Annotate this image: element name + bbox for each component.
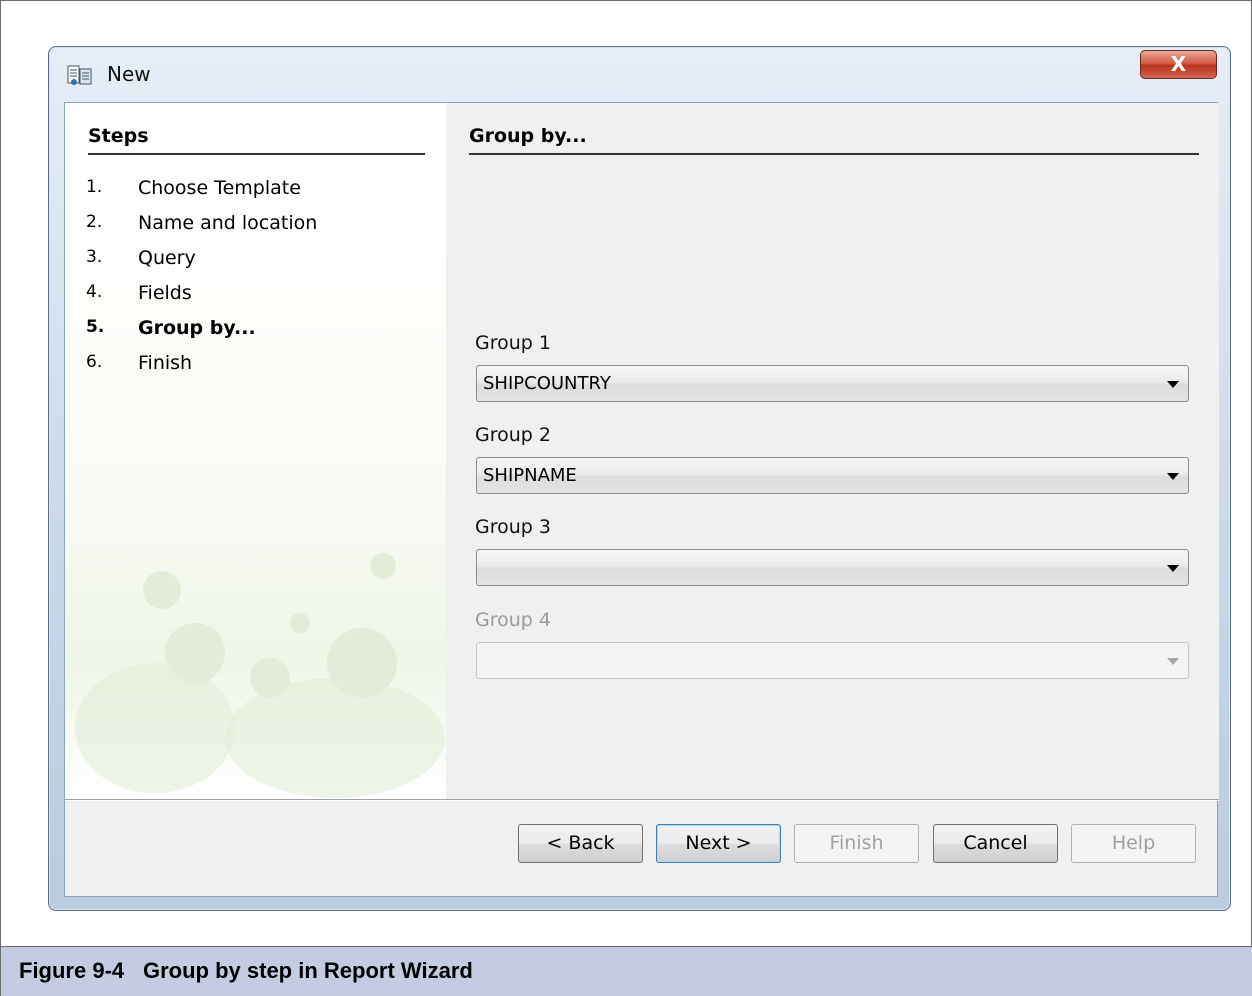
step-number: 6. [86, 352, 103, 372]
decorative-bubble [143, 571, 181, 609]
step-label: Choose Template [138, 177, 301, 199]
close-button[interactable]: X [1140, 50, 1217, 79]
button-separator [65, 799, 1219, 801]
step-label: Finish [138, 352, 193, 374]
decorative-bubble [290, 613, 310, 633]
step-item: 1. Choose Template [86, 177, 317, 212]
group-2-label: Group 2 [475, 424, 551, 446]
close-icon: X [1170, 52, 1187, 76]
step-label: Query [138, 247, 196, 269]
wizard-client-area: Steps 1. Choose Template 2. Name and locat… [64, 102, 1219, 897]
chevron-down-icon [1167, 473, 1179, 480]
title-bar[interactable]: New X [49, 47, 1230, 102]
wizard-window: New X Steps 1. Choose Template 2. Name and… [48, 46, 1231, 911]
step-number: 1. [86, 177, 103, 197]
cancel-button[interactable]: Cancel [933, 824, 1058, 863]
figure-caption: Figure 9-4 Group by step in Report Wizard [1, 946, 1252, 996]
chevron-down-icon [1167, 565, 1179, 572]
chevron-down-icon [1167, 658, 1179, 665]
step-number: 2. [86, 212, 103, 232]
group-1-value: SHIPCOUNTRY [483, 373, 611, 394]
figure-frame: New X Steps 1. Choose Template 2. Name and… [0, 0, 1252, 996]
steps-list: 1. Choose Template 2. Name and location 3.… [86, 177, 317, 387]
decorative-bubble [370, 553, 396, 579]
group-3-label: Group 3 [475, 516, 551, 538]
group-2-select[interactable]: SHIPNAME [476, 457, 1189, 494]
step-item: 4. Fields [86, 282, 317, 317]
step-item-active: 5. Group by... [86, 317, 317, 352]
group-3-select[interactable] [476, 549, 1189, 586]
step-label: Fields [138, 282, 192, 304]
decorative-bubble [225, 678, 445, 798]
page-title: Group by... [469, 125, 1199, 155]
step-item: 6. Finish [86, 352, 317, 387]
report-wizard-icon [67, 65, 92, 85]
step-number: 4. [86, 282, 103, 302]
finish-button: Finish [794, 824, 919, 863]
steps-heading: Steps [88, 125, 425, 155]
step-number: 3. [86, 247, 103, 267]
group-1-select[interactable]: SHIPCOUNTRY [476, 365, 1189, 402]
back-button[interactable]: < Back [518, 824, 643, 863]
main-pane: Group by... Group 1 SHIPCOUNTRY Group 2 … [446, 103, 1219, 799]
step-item: 2. Name and location [86, 212, 317, 247]
step-label: Name and location [138, 212, 318, 234]
chevron-down-icon [1167, 381, 1179, 388]
step-number: 5. [86, 317, 105, 337]
decorative-bubble [75, 663, 235, 793]
steps-pane: Steps 1. Choose Template 2. Name and locat… [65, 103, 446, 799]
group-4-select [476, 642, 1189, 679]
figure-number: Figure 9-4 [19, 958, 125, 983]
next-button[interactable]: Next > [656, 824, 781, 863]
help-button: Help [1071, 824, 1196, 863]
group-1-label: Group 1 [475, 332, 551, 354]
group-4-label: Group 4 [475, 609, 551, 631]
window-title: New [107, 62, 151, 86]
step-item: 3. Query [86, 247, 317, 282]
figure-caption-text: Group by step in Report Wizard [143, 958, 473, 983]
step-label: Group by... [138, 317, 256, 339]
group-2-value: SHIPNAME [483, 465, 577, 486]
